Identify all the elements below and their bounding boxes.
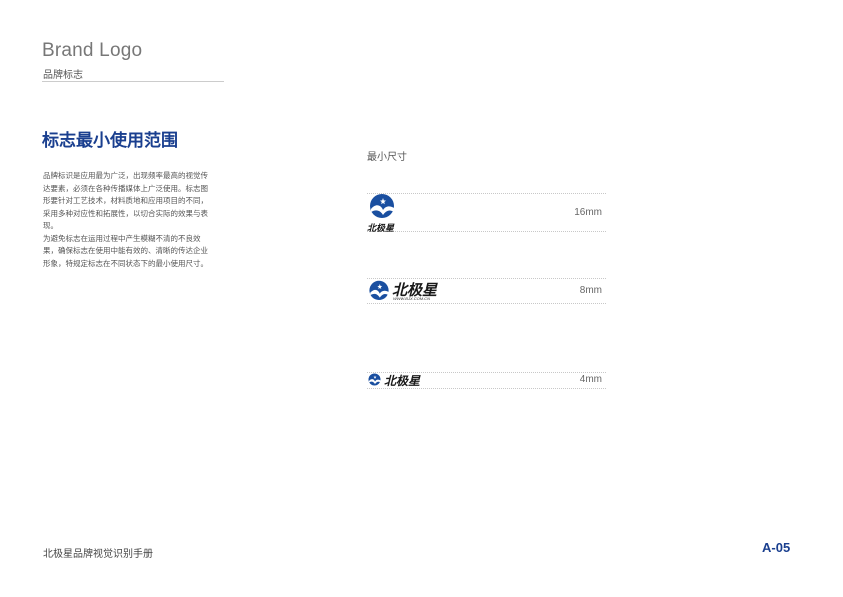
row-rule	[367, 231, 606, 232]
wordmark: 北极星	[384, 374, 421, 388]
body-text: 品牌标识是应用最为广泛，出现频率最高的视觉传达要素，必须在各种传播媒体上广泛使用…	[43, 170, 215, 270]
brand-logo-title: Brand Logo	[42, 40, 143, 61]
brand-logo-subtitle: 品牌标志	[43, 70, 83, 81]
footer-manual-title: 北极星品牌视觉识别手册	[43, 549, 153, 560]
size-label-4mm: 4mm	[579, 374, 602, 385]
page-number: A-05	[762, 540, 791, 555]
north-star-logo-icon	[370, 194, 394, 218]
section-title: 标志最小使用范围	[42, 131, 178, 150]
north-star-logo-icon	[368, 373, 381, 386]
body-paragraph: 为避免标志在运用过程中产生模糊不清的不良效果，确保标志在使用中能有效的、清晰的传…	[43, 233, 208, 268]
logo-url: WWW.BJX.COM.CN	[393, 296, 430, 301]
min-size-label: 最小尺寸	[367, 152, 407, 163]
north-star-logo-icon	[369, 280, 389, 300]
size-label-16mm: 16mm	[574, 207, 602, 218]
row-rule	[367, 193, 606, 194]
size-label-8mm: 8mm	[579, 285, 602, 296]
header-divider	[42, 81, 224, 82]
wordmark: 北极星	[367, 224, 395, 234]
row-rule	[367, 303, 606, 304]
body-paragraph: 品牌标识是应用最为广泛，出现频率最高的视觉传达要素，必须在各种传播媒体上广泛使用…	[43, 171, 208, 230]
